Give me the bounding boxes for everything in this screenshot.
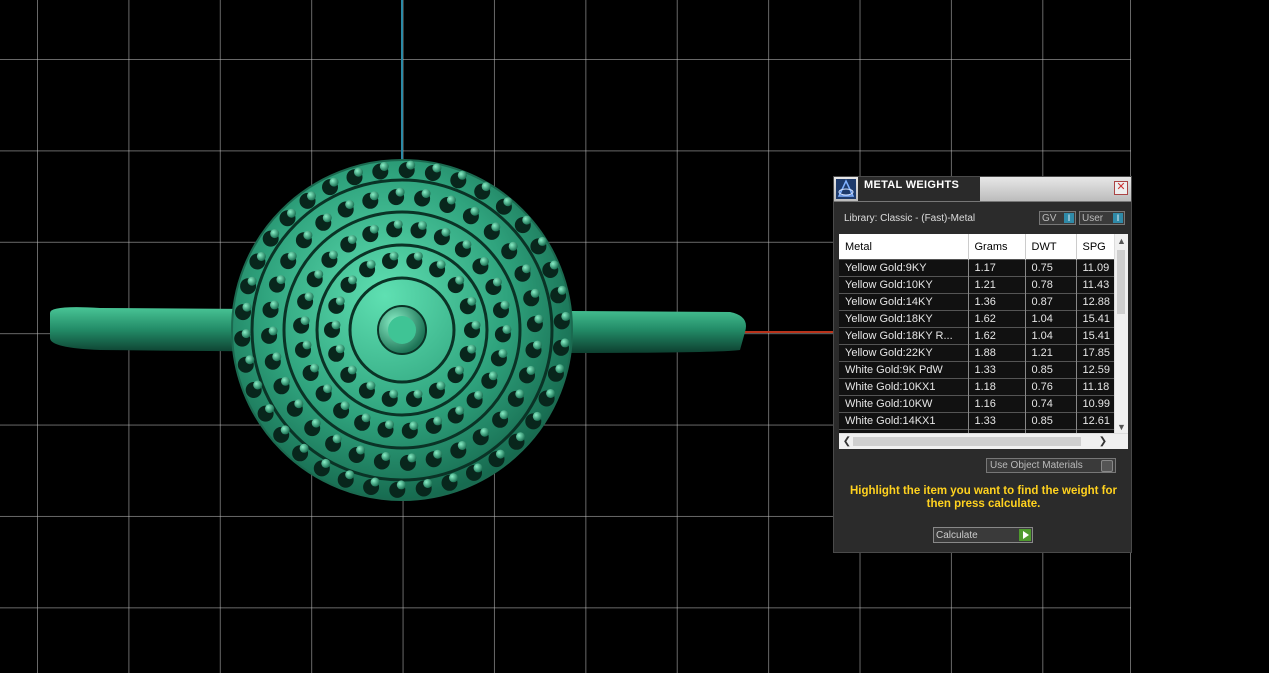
cell-metal: Yellow Gold:14KY (839, 293, 969, 311)
cell-dwt: 0.75 (1025, 259, 1077, 277)
radio-icon (1101, 460, 1113, 472)
cell-grams: 1.17 (968, 259, 1026, 277)
table-row[interactable]: White Gold:10KW 1.16 0.74 10.99 (839, 395, 1120, 413)
cell-grams: 1.88 (968, 344, 1026, 362)
user-indicator-icon: I (1113, 213, 1123, 223)
cell-spg: 12.59 (1076, 361, 1120, 379)
table-header-row: Metal Grams DWT SPG (839, 234, 1120, 260)
column-header-spg[interactable]: SPG (1076, 234, 1120, 260)
cell-metal: Yellow Gold:9KY (839, 259, 969, 277)
gv-toggle-label: GV (1042, 213, 1057, 224)
cell-grams: 1.18 (968, 378, 1026, 396)
table-row[interactable]: Yellow Gold:22KY 1.88 1.21 17.85 (839, 344, 1120, 362)
cell-spg: 15.41 (1076, 310, 1120, 328)
panel-title: METAL WEIGHTS (864, 179, 960, 191)
instruction-text: Highlight the item you want to find the … (849, 485, 1118, 510)
spiral-head (231, 159, 573, 501)
cell-dwt: 0.87 (1025, 293, 1077, 311)
cell-grams: 1.36 (968, 293, 1026, 311)
cell-spg: 11.09 (1076, 259, 1120, 277)
table-row[interactable]: White Gold:14KX1 1.33 0.85 12.61 (839, 412, 1120, 430)
play-icon (1019, 529, 1031, 541)
cell-metal: White Gold:10KW (839, 395, 969, 413)
panel-titlebar[interactable]: METAL WEIGHTS ✕ (834, 177, 1131, 202)
horizontal-scroll-thumb[interactable] (853, 437, 1081, 446)
cell-metal: Yellow Gold:18KY R... (839, 327, 969, 345)
vertical-scrollbar[interactable]: ▲ ▼ (1114, 234, 1128, 434)
table-row[interactable]: White Gold:9K PdW 1.33 0.85 12.59 (839, 361, 1120, 379)
horizontal-scrollbar[interactable]: ❮ ❯ (839, 433, 1128, 449)
table-row[interactable]: Yellow Gold:9KY 1.17 0.75 11.09 (839, 259, 1120, 277)
column-header-metal[interactable]: Metal (839, 234, 969, 260)
cell-spg: 12.88 (1076, 293, 1120, 311)
cell-dwt: 0.85 (1025, 412, 1077, 430)
table-row[interactable]: Yellow Gold:18KY R... 1.62 1.04 15.41 (839, 327, 1120, 345)
app-logo-icon (836, 179, 856, 199)
cell-dwt: 0.76 (1025, 378, 1077, 396)
cell-grams: 1.62 (968, 327, 1026, 345)
close-icon: ✕ (1116, 181, 1126, 193)
scroll-up-icon[interactable]: ▲ (1115, 235, 1128, 247)
use-object-materials-label: Use Object Materials (990, 460, 1083, 471)
cell-dwt: 0.74 (1025, 395, 1077, 413)
cell-dwt: 1.04 (1025, 310, 1077, 328)
cell-dwt: 0.85 (1025, 361, 1077, 379)
cell-grams: 1.16 (968, 395, 1026, 413)
metal-table-container[interactable]: Metal Grams DWT SPG Yellow Gold:9KY 1.17 0… (839, 234, 1128, 449)
user-toggle[interactable]: User I (1079, 211, 1125, 225)
gv-toggle[interactable]: GV I (1039, 211, 1076, 225)
table-row[interactable]: Yellow Gold:14KY 1.36 0.87 12.88 (839, 293, 1120, 311)
viewport-margin (1131, 0, 1269, 673)
cell-spg: 12.61 (1076, 412, 1120, 430)
scroll-down-icon[interactable]: ▼ (1115, 421, 1128, 433)
ring-3d-model[interactable] (40, 150, 760, 520)
cell-metal: White Gold:10KX1 (839, 378, 969, 396)
cell-spg: 15.41 (1076, 327, 1120, 345)
cell-spg: 17.85 (1076, 344, 1120, 362)
scroll-left-icon[interactable]: ❮ (841, 434, 853, 449)
cell-spg: 11.18 (1076, 378, 1120, 396)
cell-metal: Yellow Gold:10KY (839, 276, 969, 294)
scroll-right-icon[interactable]: ❯ (1097, 434, 1109, 449)
table-row[interactable]: Yellow Gold:10KY 1.21 0.78 11.43 (839, 276, 1120, 294)
cell-grams: 1.33 (968, 412, 1026, 430)
vertical-scroll-thumb[interactable] (1117, 250, 1125, 314)
column-header-grams[interactable]: Grams (968, 234, 1026, 260)
column-header-dwt[interactable]: DWT (1025, 234, 1077, 260)
use-object-materials-toggle[interactable]: Use Object Materials (986, 458, 1116, 473)
cell-grams: 1.21 (968, 276, 1026, 294)
cell-metal: White Gold:9K PdW (839, 361, 969, 379)
table-row[interactable]: Yellow Gold:18KY 1.62 1.04 15.41 (839, 310, 1120, 328)
calculate-label: Calculate (936, 530, 978, 541)
cell-grams: 1.62 (968, 310, 1026, 328)
cell-dwt: 0.78 (1025, 276, 1077, 294)
cell-dwt: 1.21 (1025, 344, 1077, 362)
cell-metal: White Gold:14KX1 (839, 412, 969, 430)
cell-spg: 10.99 (1076, 395, 1120, 413)
cell-metal: Yellow Gold:18KY (839, 310, 969, 328)
cell-grams: 1.33 (968, 361, 1026, 379)
metal-table: Metal Grams DWT SPG Yellow Gold:9KY 1.17 0… (839, 234, 1120, 446)
cell-dwt: 1.04 (1025, 327, 1077, 345)
close-button[interactable]: ✕ (1114, 181, 1128, 195)
user-toggle-label: User (1082, 213, 1104, 224)
calculate-button[interactable]: Calculate (933, 527, 1033, 543)
metal-weights-panel: METAL WEIGHTS ✕ Library: Classic - (Fast… (833, 176, 1132, 553)
library-label: Library: Classic - (Fast)-Metal (844, 213, 976, 224)
gv-indicator-icon: I (1064, 213, 1074, 223)
cell-spg: 11.43 (1076, 276, 1120, 294)
table-row[interactable]: White Gold:10KX1 1.18 0.76 11.18 (839, 378, 1120, 396)
cell-metal: Yellow Gold:22KY (839, 344, 969, 362)
